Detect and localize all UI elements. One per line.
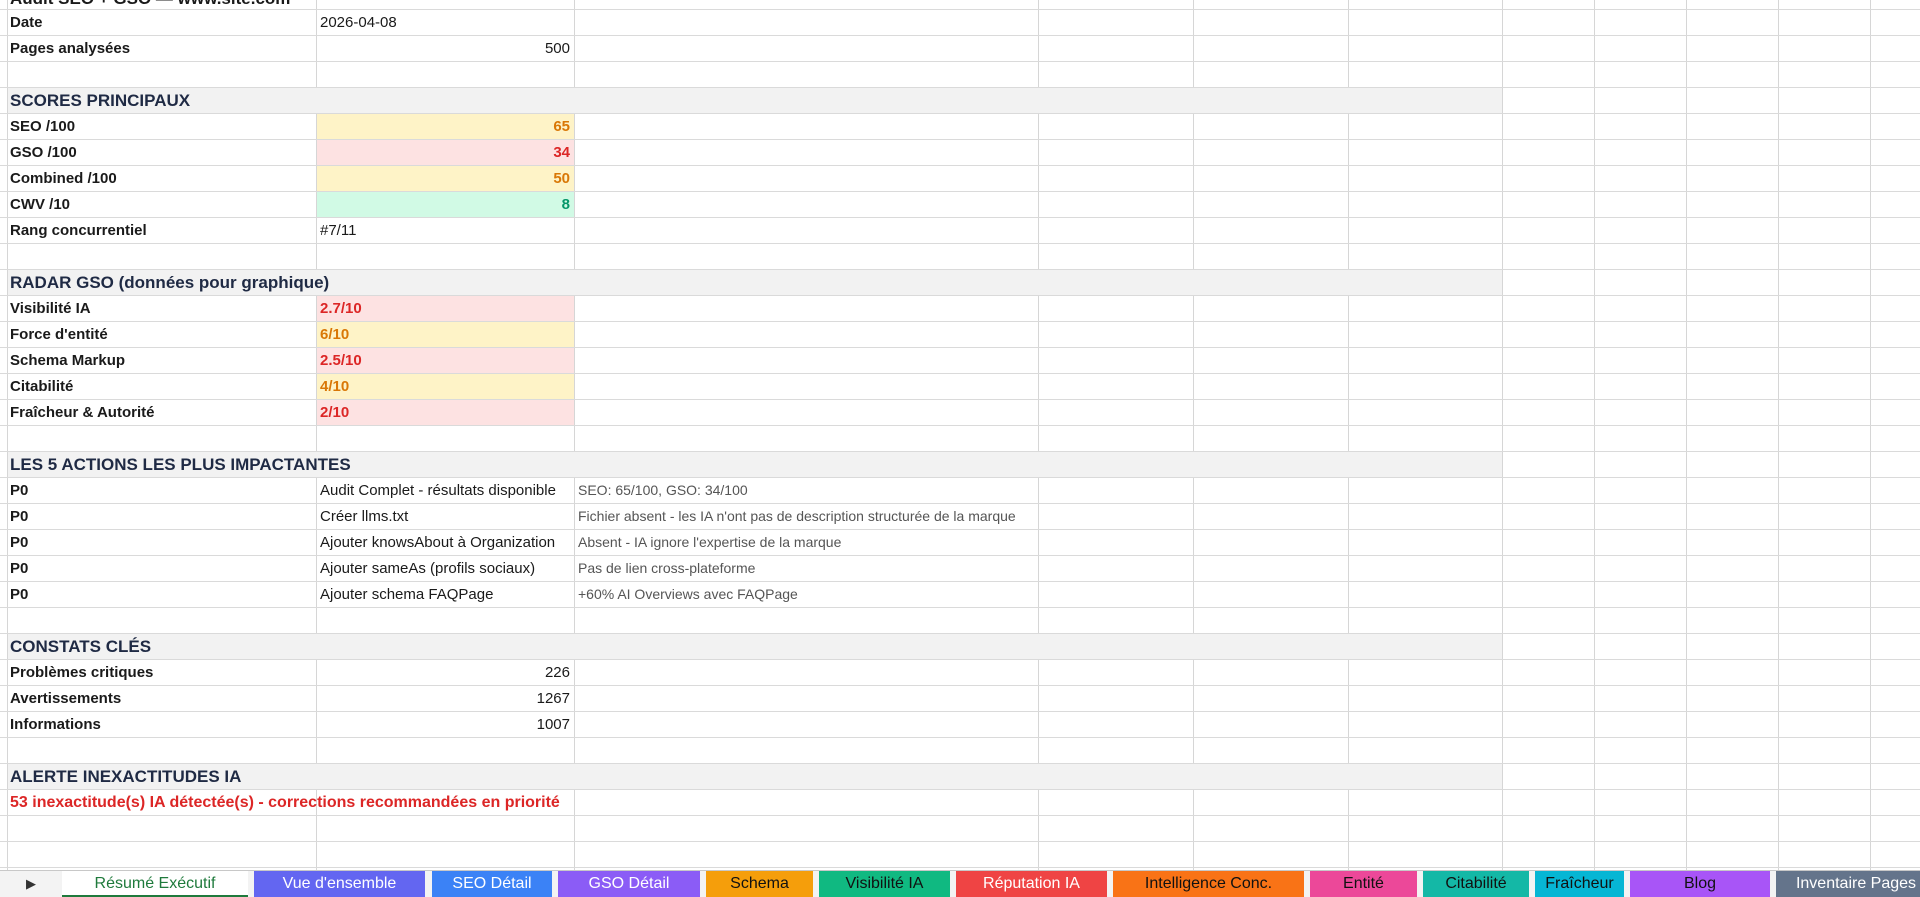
combined-value[interactable]: 50 [320, 166, 570, 191]
gso-label: GSO /100 [10, 144, 77, 161]
action-note[interactable]: Absent - IA ignore l'expertise de la mar… [578, 530, 1038, 555]
sheet-tab[interactable]: SEO Détail [432, 871, 552, 897]
alert-header: ALERTE INEXACTITUDES IA [10, 767, 242, 786]
action-text[interactable]: Ajouter knowsAbout à Organization [320, 530, 572, 555]
action-text[interactable]: Créer llms.txt [320, 504, 572, 529]
action-text[interactable]: Audit Complet - résultats disponible [320, 478, 572, 503]
rank-label: Rang concurrentiel [10, 222, 147, 239]
radar-header: RADAR GSO (données pour graphique) [10, 273, 330, 292]
sheet-tab[interactable]: Intelligence Conc. [1113, 871, 1304, 897]
grid-row-line [0, 61, 1920, 62]
spreadsheet-grid[interactable]: Audit SEO + GSO — www.site.com Date 2026… [0, 0, 1920, 870]
action-priority: P0 [10, 534, 29, 551]
alert-text[interactable]: 53 inexactitude(s) IA détectée(s) - corr… [10, 790, 910, 815]
gso-value[interactable]: 34 [320, 140, 570, 165]
sheet-tab-bar: ▶ Résumé Exécutif Vue d'ensemble SEO Détai… [0, 870, 1920, 897]
sheet-tab[interactable]: Schema [706, 871, 813, 897]
grid-column-line [574, 0, 575, 870]
finding-label-info: Informations [10, 716, 101, 733]
grid-column-line [1348, 0, 1349, 870]
radar-label-citabilite: Citabilité [10, 378, 74, 395]
cwv-label: CWV /10 [10, 196, 71, 213]
grid-row-line [0, 607, 1920, 608]
sheet-tab[interactable]: Fraîcheur [1535, 871, 1624, 897]
date-label: Date [10, 14, 43, 31]
seo-label: SEO /100 [10, 118, 76, 135]
action-priority: P0 [10, 560, 29, 577]
grid-column-line [1594, 0, 1595, 870]
combined-label: Combined /100 [10, 170, 117, 187]
sheet-tab[interactable]: Inventaire Pages [1776, 871, 1920, 897]
findings-header: CONSTATS CLÉS [10, 637, 152, 656]
grid-column-line [7, 0, 8, 870]
grid-row-line [0, 243, 1920, 244]
pages-value[interactable]: 500 [320, 36, 570, 61]
finding-value-critical[interactable]: 226 [320, 660, 570, 685]
action-note[interactable]: SEO: 65/100, GSO: 34/100 [578, 478, 1038, 503]
action-priority: P0 [10, 586, 29, 603]
grid-row-line [0, 841, 1920, 842]
action-text[interactable]: Ajouter schema FAQPage [320, 582, 572, 607]
grid-row-line [0, 867, 1920, 868]
sheet-tab[interactable]: Entité [1310, 871, 1417, 897]
scores-header: SCORES PRINCIPAUX [10, 91, 191, 110]
grid-column-line [1870, 0, 1871, 870]
action-text[interactable]: Ajouter sameAs (profils sociaux) [320, 556, 572, 581]
radar-value-schema[interactable]: 2.5/10 [320, 348, 570, 373]
sheet-tab[interactable]: Visibilité IA [819, 871, 950, 897]
grid-column-line [1778, 0, 1779, 870]
sheet-tab[interactable]: Vue d'ensemble [254, 871, 425, 897]
finding-value-warnings[interactable]: 1267 [320, 686, 570, 711]
sheet-tab[interactable]: Citabilité [1423, 871, 1529, 897]
sheet-tab[interactable]: Résumé Exécutif [62, 871, 248, 897]
seo-value[interactable]: 65 [320, 114, 570, 139]
grid-row-line [0, 425, 1920, 426]
sheet-tab[interactable]: Blog [1630, 871, 1770, 897]
grid-column-line [1686, 0, 1687, 870]
grid-column-line [1193, 0, 1194, 870]
scroll-left-button[interactable] [0, 871, 22, 897]
triangle-right-icon[interactable]: ▶ [20, 871, 42, 897]
pages-label: Pages analysées [10, 40, 131, 57]
sheet-tab[interactable]: GSO Détail [558, 871, 700, 897]
radar-label-visibilite: Visibilité IA [10, 300, 91, 317]
action-note[interactable]: Fichier absent - les IA n'ont pas de des… [578, 504, 1038, 529]
grid-row-line [0, 815, 1920, 816]
action-priority: P0 [10, 482, 29, 499]
actions-header: LES 5 ACTIONS LES PLUS IMPACTANTES [10, 455, 351, 474]
grid-row-line [0, 737, 1920, 738]
finding-label-critical: Problèmes critiques [10, 664, 154, 681]
radar-value-entite[interactable]: 6/10 [320, 322, 570, 347]
rank-value[interactable]: #7/11 [320, 218, 570, 243]
radar-value-visibilite[interactable]: 2.7/10 [320, 296, 570, 321]
radar-label-schema: Schema Markup [10, 352, 126, 369]
grid-column-line [1502, 0, 1503, 870]
radar-label-fraicheur: Fraîcheur & Autorité [10, 404, 155, 421]
action-note[interactable]: +60% AI Overviews avec FAQPage [578, 582, 1038, 607]
action-note[interactable]: Pas de lien cross-plateforme [578, 556, 1038, 581]
finding-label-warnings: Avertissements [10, 690, 122, 707]
date-value[interactable]: 2026-04-08 [320, 10, 570, 35]
cwv-value[interactable]: 8 [320, 192, 570, 217]
radar-label-entite: Force d'entité [10, 326, 108, 343]
radar-value-citabilite[interactable]: 4/10 [320, 374, 570, 399]
sheet-tab[interactable]: Réputation IA [956, 871, 1107, 897]
finding-value-info[interactable]: 1007 [320, 712, 570, 737]
radar-value-fraicheur[interactable]: 2/10 [320, 400, 570, 425]
action-priority: P0 [10, 508, 29, 525]
grid-column-line [1038, 0, 1039, 870]
